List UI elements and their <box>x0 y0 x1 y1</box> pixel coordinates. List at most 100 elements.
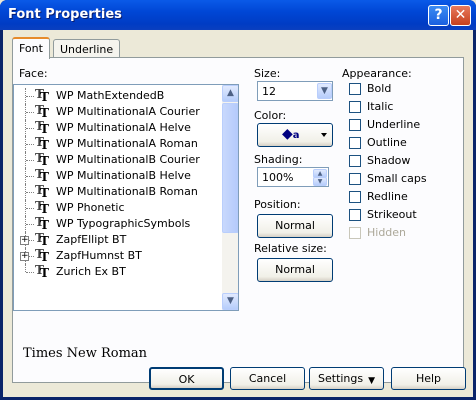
tree-line <box>26 112 34 113</box>
color-label: Color: <box>254 109 287 122</box>
spin-down-icon[interactable]: ▼ <box>313 177 327 186</box>
tree-line <box>26 128 34 129</box>
face-list-item[interactable]: T T WP MultinationalB Roman <box>14 183 214 200</box>
cancel-button[interactable]: Cancel <box>230 367 305 390</box>
appearance-option-label: Hidden <box>367 226 407 239</box>
appearance-option-label[interactable]: Strikeout <box>367 208 417 221</box>
appearance-option-label[interactable]: Shadow <box>367 154 410 167</box>
checkbox-shadow[interactable] <box>349 155 361 167</box>
appearance-option-label[interactable]: Redline <box>367 190 408 203</box>
face-list-item[interactable]: T T WP MultinationalA Roman <box>14 135 214 152</box>
dialog-client: Font Underline Face: T T WP MathExtendedB T… <box>3 30 473 397</box>
tree-line <box>26 96 34 97</box>
expand-icon[interactable]: + <box>20 236 29 245</box>
face-list-item[interactable]: T T WP Phonetic <box>14 199 214 216</box>
tree-line <box>26 176 34 177</box>
face-label: Face: <box>19 67 48 80</box>
truetype-font-icon: TT <box>35 215 49 232</box>
font-preview: Times New Roman <box>23 346 148 361</box>
color-button[interactable]: ◆a <box>257 123 333 147</box>
appearance-option-label[interactable]: Italic <box>367 100 393 113</box>
checkbox-small-caps[interactable] <box>349 173 361 185</box>
face-name: WP MultinationalB Roman <box>56 185 198 198</box>
ok-button[interactable]: OK <box>149 367 224 390</box>
scroll-down-icon[interactable]: ▼ <box>222 293 238 310</box>
face-name: WP MathExtendedB <box>56 89 165 102</box>
appearance-option-label[interactable]: Bold <box>367 82 391 95</box>
title-bar[interactable]: Font Properties ? ✕ <box>0 0 476 30</box>
help-dialog-button[interactable]: Help <box>391 367 466 390</box>
settings-label: Settings <box>318 372 364 385</box>
tree-line <box>26 208 34 209</box>
paint-bucket-icon: ◆a <box>282 126 300 142</box>
checkbox-underline[interactable] <box>349 119 361 131</box>
truetype-font-icon: TT <box>35 167 49 184</box>
position-button[interactable]: Normal <box>257 214 333 238</box>
face-name: WP MultinationalB Helve <box>56 169 191 182</box>
face-name: WP MultinationalA Helve <box>56 121 191 134</box>
relative-size-button[interactable]: Normal <box>257 258 333 282</box>
shading-spinner[interactable]: 100% ▲ ▼ <box>257 167 329 187</box>
face-list-item[interactable]: T T WP MultinationalB Courier <box>14 151 214 168</box>
face-name: ZapfEllipt BT <box>56 233 127 246</box>
tree-line <box>26 192 34 193</box>
face-list-item[interactable]: + T T ZapfEllipt BT <box>14 231 214 248</box>
truetype-font-icon: TT <box>35 183 49 200</box>
close-button[interactable]: ✕ <box>450 5 471 26</box>
truetype-font-icon: TT <box>35 199 49 216</box>
shading-value: 100% <box>262 171 294 184</box>
checkbox-strikeout[interactable] <box>349 209 361 221</box>
truetype-font-icon: TT <box>35 103 49 120</box>
face-list-item[interactable]: + T T ZapfHumnst BT <box>14 247 214 264</box>
face-name: WP MultinationalA Roman <box>56 137 198 150</box>
size-dropdown-icon[interactable]: ▼ <box>317 83 332 99</box>
face-list-item[interactable]: T T WP MultinationalA Helve <box>14 119 214 136</box>
tree-line <box>26 272 34 273</box>
truetype-font-icon: TT <box>35 231 49 248</box>
appearance-option-label[interactable]: Underline <box>367 118 420 131</box>
checkbox-hidden <box>349 227 361 239</box>
face-list-item[interactable]: T T WP MultinationalB Helve <box>14 167 214 184</box>
face-list-item[interactable]: T T Zurich Ex BT <box>14 263 214 280</box>
checkbox-outline[interactable] <box>349 137 361 149</box>
face-name: WP MultinationalB Courier <box>56 153 200 166</box>
appearance-option-label[interactable]: Small caps <box>367 172 427 185</box>
face-label-text: Face: <box>19 67 48 80</box>
face-list-item[interactable]: T T WP MultinationalA Courier <box>14 103 214 120</box>
face-name: WP Phonetic <box>56 201 125 214</box>
help-button[interactable]: ? <box>428 5 449 26</box>
truetype-font-icon: TT <box>35 87 49 104</box>
face-name: WP MultinationalA Courier <box>56 105 200 118</box>
expand-icon[interactable]: + <box>20 252 29 261</box>
checkbox-italic[interactable] <box>349 101 361 113</box>
relative-size-label: Relative size: <box>254 242 327 255</box>
face-list-item[interactable]: T T WP MathExtendedB <box>14 87 214 104</box>
truetype-font-icon: TT <box>35 263 49 280</box>
truetype-font-icon: TT <box>35 247 49 264</box>
scroll-up-icon[interactable]: ▲ <box>222 85 238 102</box>
settings-button[interactable]: Settings ▼ <box>309 367 384 390</box>
size-value: 12 <box>262 85 276 98</box>
color-dropdown-icon <box>321 133 327 137</box>
tree-line <box>26 160 34 161</box>
face-name: ZapfHumnst BT <box>56 249 142 262</box>
checkbox-bold[interactable] <box>349 83 361 95</box>
truetype-font-icon: TT <box>35 135 49 152</box>
face-name: Zurich Ex BT <box>56 265 126 278</box>
tab-font[interactable]: Font <box>12 37 50 59</box>
truetype-font-icon: TT <box>35 119 49 136</box>
tree-line <box>25 264 26 272</box>
appearance-label: Appearance: <box>342 67 412 80</box>
face-list-scrollbar[interactable]: ▲ ▼ <box>222 85 238 310</box>
size-combo[interactable]: 12 ▼ <box>257 81 333 101</box>
checkbox-redline[interactable] <box>349 191 361 203</box>
face-list-item[interactable]: T T WP TypographicSymbols <box>14 215 214 232</box>
face-list[interactable]: T T WP MathExtendedB T T WP MultinationalA Co… <box>13 84 239 311</box>
size-label: Size: <box>254 67 281 80</box>
tab-underline[interactable]: Underline <box>53 39 121 59</box>
appearance-option-label[interactable]: Outline <box>367 136 407 149</box>
scroll-thumb[interactable] <box>222 103 238 233</box>
font-properties-window: Font Properties ? ✕ Font Underline Face:… <box>0 0 476 400</box>
face-name: WP TypographicSymbols <box>56 217 191 230</box>
tree-line <box>26 224 34 225</box>
